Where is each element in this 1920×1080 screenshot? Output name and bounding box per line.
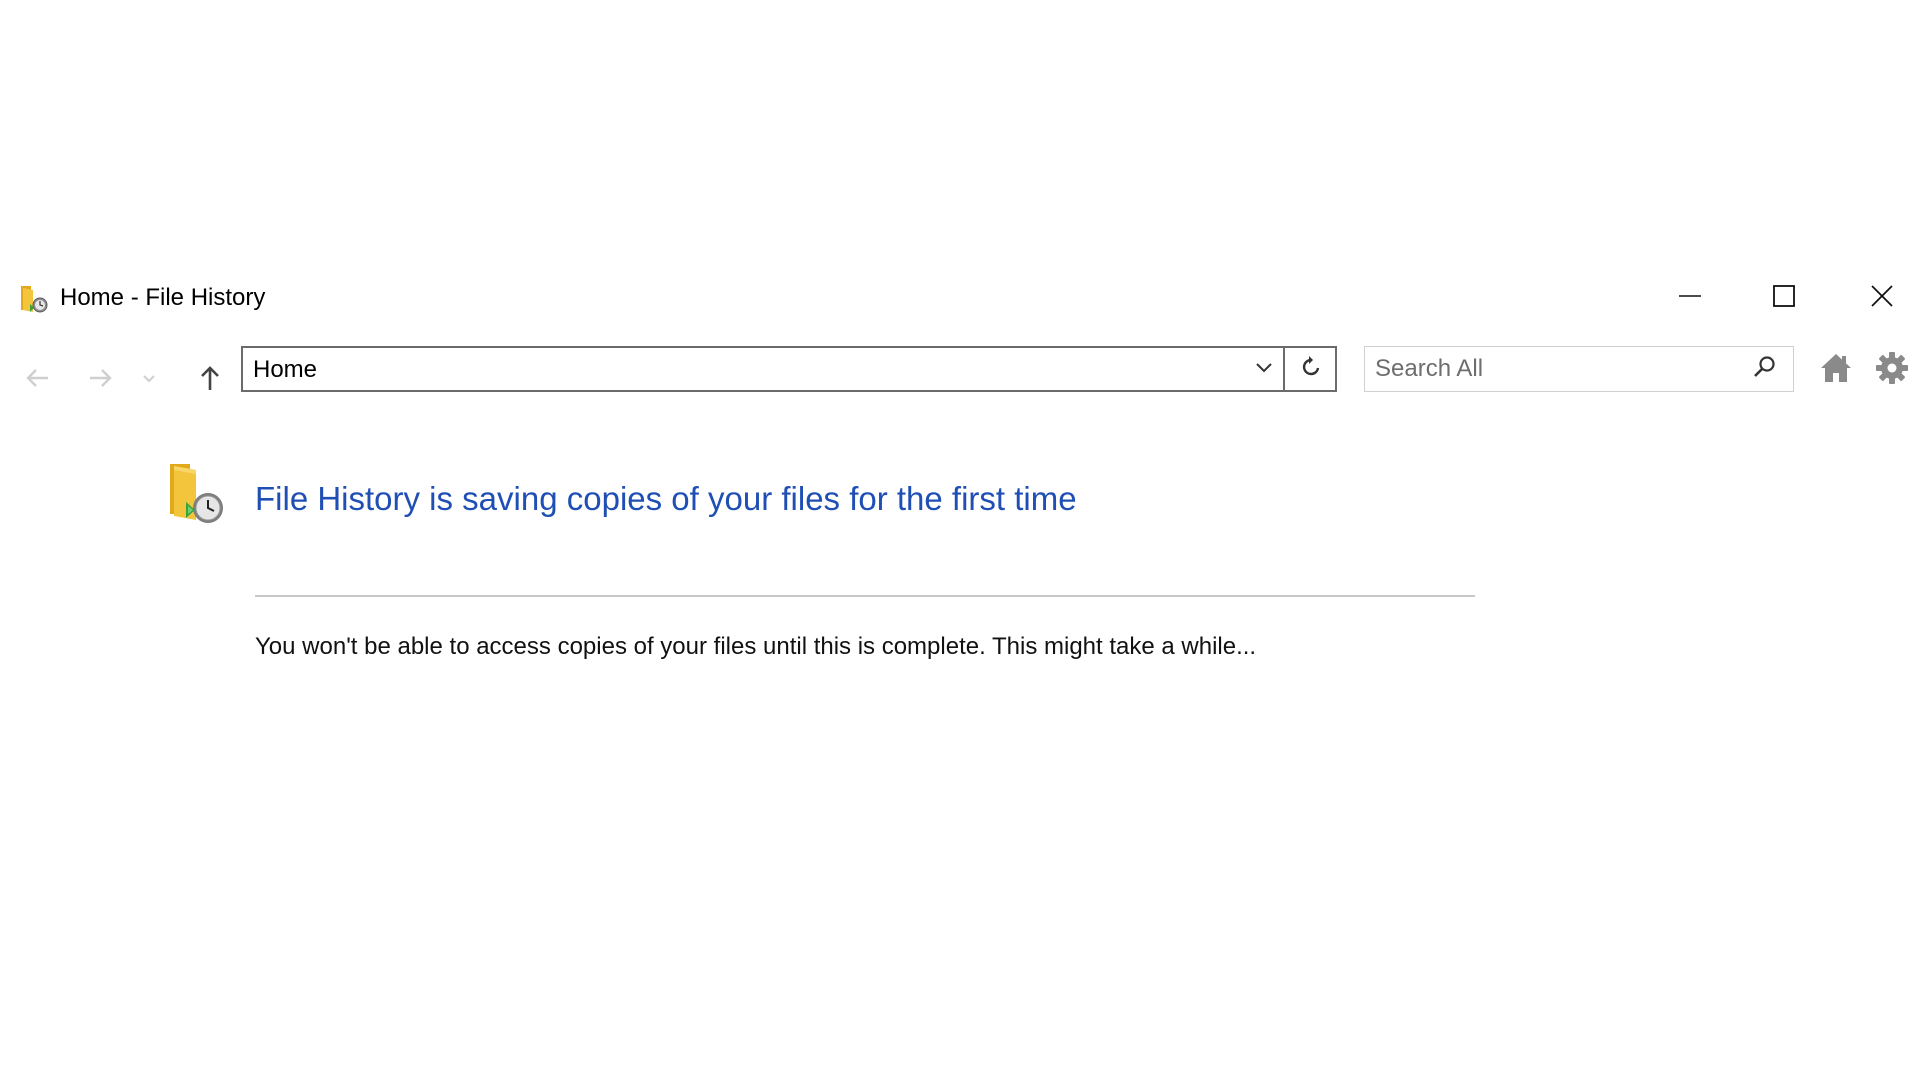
status-heading: File History is saving copies of your fi…	[255, 480, 1077, 517]
arrow-right-icon	[86, 364, 114, 397]
divider	[255, 595, 1475, 597]
address-dropdown-button[interactable]	[1243, 348, 1285, 390]
recent-locations-button[interactable]	[134, 360, 164, 400]
forward-button[interactable]	[80, 360, 120, 400]
close-button[interactable]	[1836, 270, 1920, 326]
minimize-button[interactable]	[1644, 270, 1736, 326]
maximize-button[interactable]	[1738, 270, 1830, 326]
chevron-down-icon	[141, 370, 157, 391]
window-title: Home - File History	[60, 284, 266, 311]
refresh-icon	[1298, 354, 1324, 385]
address-bar[interactable]: Home	[241, 346, 1337, 392]
search-input[interactable]	[1375, 353, 1735, 385]
title-bar: Home - File History	[0, 270, 1920, 326]
arrow-left-icon	[24, 364, 52, 397]
file-history-window: Home - File History Home Search All File…	[0, 270, 1920, 1080]
maximize-icon	[1772, 284, 1796, 313]
status-message: You won't be able to access copies of yo…	[255, 633, 1257, 660]
up-button[interactable]	[190, 360, 230, 400]
file-history-icon	[166, 462, 228, 528]
search-button[interactable]	[1745, 351, 1785, 387]
back-button[interactable]	[18, 360, 58, 400]
file-history-icon	[19, 284, 49, 314]
refresh-button[interactable]	[1283, 346, 1337, 392]
search-icon	[1752, 354, 1778, 385]
close-icon	[1870, 284, 1894, 313]
minimize-icon	[1678, 284, 1702, 313]
settings-button[interactable]	[1872, 350, 1912, 390]
home-button[interactable]	[1816, 350, 1856, 390]
search-box	[1364, 346, 1794, 392]
chevron-down-icon	[1254, 357, 1274, 382]
gear-icon	[1874, 350, 1910, 391]
address-text: Home	[253, 356, 318, 383]
arrow-up-icon	[196, 364, 224, 397]
home-icon	[1819, 351, 1853, 390]
